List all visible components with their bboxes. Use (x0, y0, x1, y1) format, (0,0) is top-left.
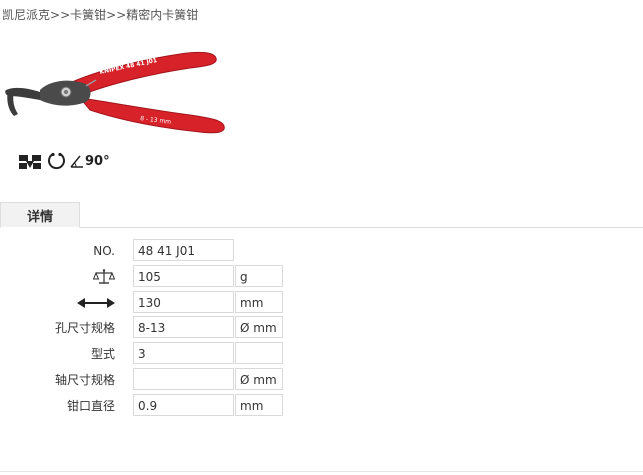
circlip-icon (48, 152, 65, 170)
product-image: KNIPEX 48 41 J01 8 - 13 mm (5, 51, 225, 134)
spec-unit-bore: Ø mm (235, 316, 283, 338)
spec-label-length (0, 291, 115, 315)
spec-value-length: 130 (133, 291, 234, 313)
breadcrumb-separator: >> (106, 8, 127, 22)
spec-unit-tip: mm (235, 394, 283, 416)
breadcrumb-item-current[interactable]: 精密内卡簧钳 (126, 8, 198, 22)
tab-bar: 详情 (0, 202, 643, 228)
breadcrumb-separator: >> (50, 8, 71, 22)
spec-unit-length: mm (235, 291, 283, 313)
spec-label-weight (0, 265, 115, 289)
spec-value-no: 48 41 J01 (133, 239, 234, 261)
spec-value-shaft (133, 368, 234, 390)
tab-details[interactable]: 详情 (0, 202, 80, 228)
spec-value-bore: 8-13 (133, 316, 234, 338)
spec-label-no: NO. (93, 244, 115, 258)
scale-icon (93, 269, 115, 284)
spec-label-bore: 孔尺寸规格 (54, 321, 115, 335)
spec-value-tip: 0.9 (133, 394, 234, 416)
breadcrumb-item-brand[interactable]: 凯尼派克 (2, 8, 50, 22)
angle-degree-label: 90° (85, 153, 110, 169)
spec-label-shaft: 轴尺寸规格 (54, 373, 115, 387)
spec-unit-type (235, 342, 283, 364)
bottom-divider (0, 471, 643, 472)
breadcrumb-item-category[interactable]: 卡簧钳 (70, 8, 106, 22)
spec-value-weight: 105 (133, 265, 234, 287)
spec-label-type: 型式 (90, 347, 115, 361)
length-arrow-icon (77, 298, 115, 308)
spec-unit-shaft: Ø mm (235, 368, 283, 390)
spec-value-type: 3 (133, 342, 234, 364)
feature-icons: 90° (18, 150, 110, 172)
spec-unit-weight: g (235, 265, 283, 287)
spec-label-tip: 钳口直径 (66, 399, 115, 413)
angle-icon (70, 155, 83, 168)
breadcrumb: 凯尼派克>>卡簧钳>>精密内卡簧钳 (2, 6, 198, 23)
pliers-type-icon (19, 155, 41, 169)
